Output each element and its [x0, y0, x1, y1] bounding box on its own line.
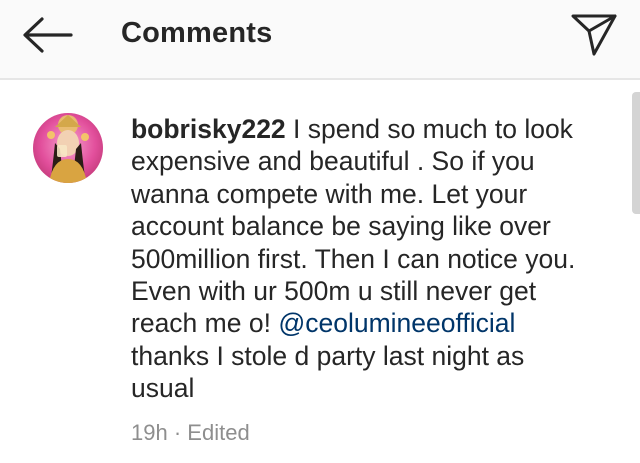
edited-label: Edited: [187, 420, 250, 445]
header-bar: Comments: [0, 0, 640, 80]
comment-message: I spend so much to look expensive and be…: [131, 114, 576, 339]
avatar-image: [33, 113, 103, 183]
comment-text: bobrisky222 I spend so much to look expe…: [131, 113, 581, 405]
meta-separator: ·: [173, 420, 182, 445]
scrollbar[interactable]: [632, 92, 640, 214]
comment-item: bobrisky222 I spend so much to look expe…: [0, 82, 632, 463]
comment-message-continued: thanks I stole d party last night as usu…: [131, 340, 525, 404]
comment-meta: 19h · Edited: [131, 420, 250, 446]
avatar[interactable]: [33, 113, 103, 183]
comment-time: 19h: [131, 420, 168, 445]
comments-screen: Comments bobrisky222 I spend so much to …: [0, 0, 640, 463]
back-button[interactable]: [18, 12, 76, 58]
share-button[interactable]: [568, 10, 620, 58]
paper-plane-icon: [571, 14, 617, 56]
comment-username[interactable]: bobrisky222: [131, 114, 286, 144]
mention-link[interactable]: @ceolumineeofficial: [278, 308, 515, 338]
page-title: Comments: [121, 17, 273, 49]
arrow-left-icon: [23, 17, 73, 53]
